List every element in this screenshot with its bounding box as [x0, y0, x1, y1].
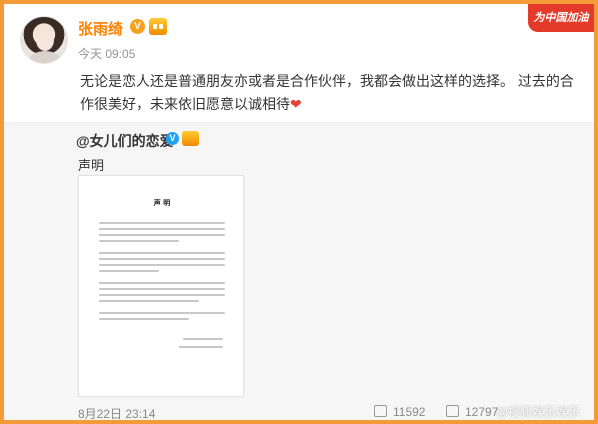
doc-line — [99, 222, 225, 224]
watermark: @搜狐娱乐娱乐 — [496, 405, 581, 419]
doc-line — [99, 294, 225, 296]
repost-vip-icon — [182, 131, 199, 146]
username[interactable]: 张雨绮 — [78, 18, 123, 39]
doc-line — [99, 312, 225, 314]
vip-eye-right — [159, 24, 163, 29]
post-body: 无论是恋人还是普通朋友亦或者是合作伙伴，我都会做出这样的选择。 过去的合作很美好… — [80, 70, 580, 116]
doc-line — [99, 264, 225, 266]
post-text: 无论是恋人还是普通朋友亦或者是合作伙伴，我都会做出这样的选择。 过去的合作很美好… — [80, 73, 574, 112]
repost-author[interactable]: @女儿们的恋爱 — [76, 131, 174, 151]
weibo-post-card: 张雨绮 V 今天 09:05 无论是恋人还是普通朋友亦或者是合作伙伴，我都会做出… — [4, 4, 594, 420]
statement-title: 声 明 — [153, 198, 171, 207]
doc-line — [179, 346, 223, 348]
doc-line — [99, 234, 225, 236]
doc-line — [99, 288, 225, 290]
repost-box[interactable]: @女儿们的恋爱 V 声明 声 明 8月22日 23:14 11592 12797… — [4, 122, 594, 420]
avatar-body — [29, 51, 61, 63]
repost-date[interactable]: 8月22日 23:14 — [78, 405, 155, 420]
comment-count[interactable]: 12797 — [465, 405, 498, 419]
doc-line — [99, 252, 225, 254]
user-avatar[interactable] — [20, 16, 68, 64]
statement-image[interactable]: 声 明 — [78, 175, 244, 397]
avatar-face — [36, 29, 54, 51]
doc-line — [99, 318, 189, 320]
heart-icon: ❤ — [290, 96, 302, 112]
doc-line — [99, 258, 225, 260]
repost-icon[interactable] — [374, 405, 387, 417]
promo-banner[interactable]: 为中国加油 — [528, 4, 594, 32]
vip-crown-shape — [149, 18, 167, 35]
post-header: 张雨绮 V 今天 09:05 无论是恋人还是普通朋友亦或者是合作伙伴，我都会做出… — [4, 4, 594, 120]
post-footer: 8月22日 23:14 11592 12797 @搜狐娱乐娱乐 — [4, 403, 594, 420]
doc-line — [99, 240, 179, 242]
vip-eye-left — [153, 24, 157, 29]
repost-count[interactable]: 11592 — [393, 405, 425, 419]
verified-icon: V — [130, 19, 145, 34]
doc-line — [99, 282, 225, 284]
doc-line — [99, 270, 159, 272]
comment-icon[interactable] — [446, 405, 459, 417]
repost-verified-icon: V — [166, 132, 179, 145]
repost-text: 声明 — [78, 158, 105, 173]
vip-crown-icon — [149, 18, 167, 35]
doc-line — [183, 338, 223, 340]
doc-line — [99, 228, 225, 230]
post-time[interactable]: 今天 09:05 — [78, 45, 135, 62]
doc-line — [99, 300, 199, 302]
